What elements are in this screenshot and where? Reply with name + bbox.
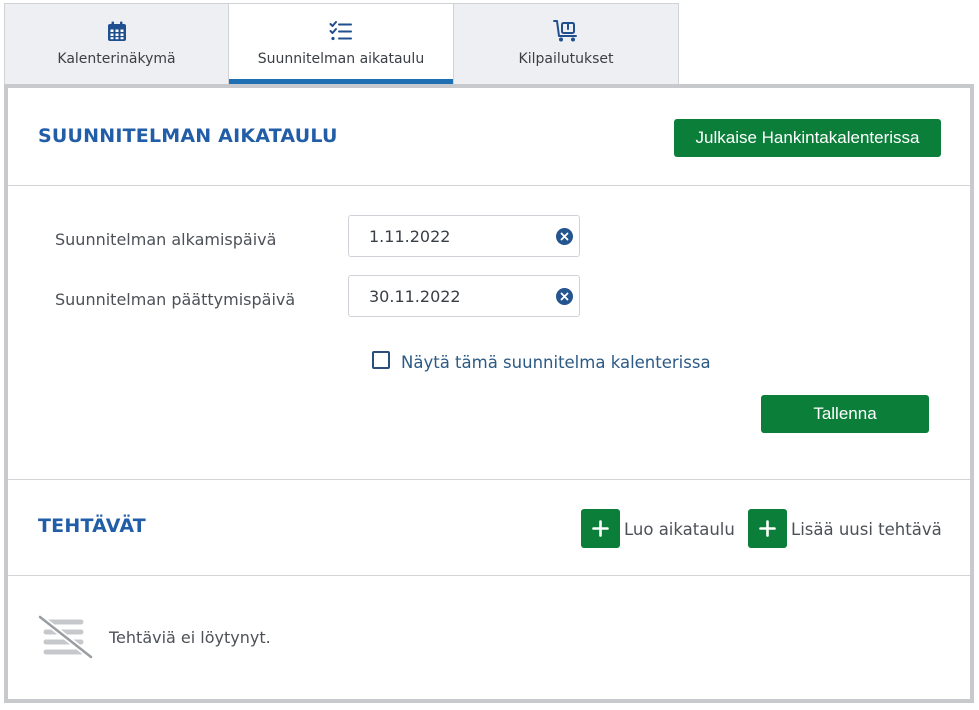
- tab-calendar-view[interactable]: Kalenterinäkymä: [4, 3, 229, 84]
- end-date-input[interactable]: [348, 275, 580, 317]
- clear-start-date-icon[interactable]: [556, 228, 573, 245]
- tasks-title: TEHTÄVÄT: [38, 515, 146, 537]
- calendar-icon: [107, 19, 127, 43]
- plus-icon: [592, 520, 609, 537]
- tab-bar: Kalenterinäkymä Suunnitelman aikataulu K…: [4, 3, 679, 84]
- create-schedule-label[interactable]: Luo aikataulu: [624, 520, 735, 539]
- tab-label: Kalenterinäkymä: [57, 51, 176, 67]
- create-schedule-button[interactable]: [581, 509, 620, 548]
- content-panel: SUUNNITELMAN AIKATAULU Julkaise Hankinta…: [4, 84, 974, 703]
- clear-end-date-icon[interactable]: [556, 288, 573, 305]
- divider: [8, 479, 970, 480]
- no-tasks-icon: [36, 614, 94, 664]
- divider: [8, 575, 970, 576]
- tab-tenders[interactable]: Kilpailutukset: [454, 3, 679, 84]
- cart-icon: [553, 19, 579, 43]
- checklist-icon: [329, 19, 353, 43]
- empty-state-text: Tehtäviä ei löytynyt.: [109, 628, 271, 647]
- tab-label: Kilpailutukset: [518, 51, 614, 67]
- save-button[interactable]: Tallenna: [761, 395, 929, 433]
- add-task-button[interactable]: [748, 509, 787, 548]
- add-task-label[interactable]: Lisää uusi tehtävä: [791, 520, 942, 539]
- end-date-label: Suunnitelman päättymispäivä: [55, 290, 296, 309]
- show-in-calendar-label[interactable]: Näytä tämä suunnitelma kalenterissa: [401, 353, 711, 372]
- tab-plan-schedule[interactable]: Suunnitelman aikataulu: [229, 3, 454, 84]
- start-date-input[interactable]: [348, 215, 580, 257]
- publish-to-calendar-button[interactable]: Julkaise Hankintakalenterissa: [674, 119, 941, 157]
- show-in-calendar-checkbox[interactable]: [372, 351, 390, 369]
- tab-label: Suunnitelman aikataulu: [257, 51, 425, 67]
- start-date-label: Suunnitelman alkamispäivä: [55, 230, 277, 249]
- divider: [8, 185, 970, 186]
- plus-icon: [759, 520, 776, 537]
- schedule-title: SUUNNITELMAN AIKATAULU: [38, 125, 338, 147]
